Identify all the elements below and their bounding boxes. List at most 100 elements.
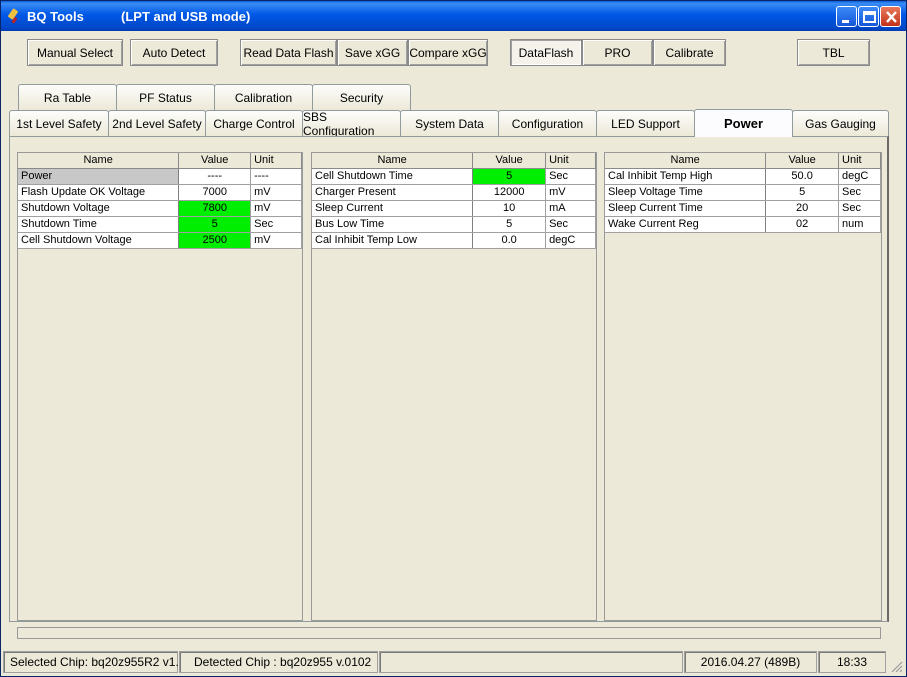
column-header-name[interactable]: Name: [18, 153, 180, 169]
row-value[interactable]: 02: [765, 216, 840, 233]
app-title: BQ Tools: [27, 9, 84, 24]
row-name[interactable]: Sleep Voltage Time: [605, 184, 767, 201]
status-detected-chip: Detected Chip : bq20z955 v.0102: [179, 651, 378, 673]
row-unit: Sec: [545, 216, 596, 233]
tab-system-data[interactable]: System Data: [400, 110, 499, 136]
table-row[interactable]: Bus Low Time 5 Sec: [312, 216, 596, 233]
table-row[interactable]: Sleep Current 10 mA: [312, 200, 596, 217]
row-value[interactable]: ----: [178, 168, 252, 185]
title-bar[interactable]: BQ Tools (LPT and USB mode): [1, 1, 906, 31]
table-row[interactable]: Wake Current Reg 02 num: [605, 216, 881, 233]
row-unit: num: [838, 216, 881, 233]
tab-ra-table[interactable]: Ra Table: [18, 84, 117, 110]
column-header-unit[interactable]: Unit: [250, 153, 302, 169]
status-empty-panel: [379, 651, 683, 673]
row-value[interactable]: 12000: [472, 184, 547, 201]
horizontal-scrollbar[interactable]: [17, 627, 881, 639]
row-unit: mV: [250, 232, 302, 249]
status-selected-chip: Selected Chip: bq20z955R2 v1.02: [3, 651, 192, 673]
row-unit: mV: [545, 184, 596, 201]
table-row[interactable]: Cal Inhibit Temp High 50.0 degC: [605, 168, 881, 185]
row-value[interactable]: 7000: [178, 184, 252, 201]
tab-calibration[interactable]: Calibration: [214, 84, 313, 110]
tab-pf-status[interactable]: PF Status: [116, 84, 215, 110]
tab-1st-level-safety[interactable]: 1st Level Safety: [9, 110, 109, 136]
row-value[interactable]: 50.0: [765, 168, 840, 185]
close-button[interactable]: [880, 6, 901, 27]
row-unit: mA: [545, 200, 596, 217]
row-name[interactable]: Cell Shutdown Voltage: [18, 232, 180, 249]
row-name[interactable]: Charger Present: [312, 184, 474, 201]
column-header-unit[interactable]: Unit: [545, 153, 596, 169]
column-header-unit[interactable]: Unit: [838, 153, 881, 169]
row-unit: mV: [250, 184, 302, 201]
table-row[interactable]: Sleep Current Time 20 Sec: [605, 200, 881, 217]
tbl-button[interactable]: TBL: [797, 39, 870, 66]
row-value[interactable]: 5: [472, 168, 547, 185]
row-unit: Sec: [545, 168, 596, 185]
resize-grip-icon[interactable]: [888, 658, 904, 674]
minimize-button[interactable]: [836, 6, 857, 27]
tab-2nd-level-safety[interactable]: 2nd Level Safety: [108, 110, 206, 136]
row-name[interactable]: Bus Low Time: [312, 216, 474, 233]
row-name[interactable]: Sleep Current: [312, 200, 474, 217]
row-unit: mV: [250, 200, 302, 217]
row-value[interactable]: 5: [178, 216, 252, 233]
read-data-flash-button[interactable]: Read Data Flash: [240, 39, 337, 66]
table-row[interactable]: Power ---- ----: [18, 168, 302, 185]
data-grid-1[interactable]: Name Value Unit Power ---- ---- Flash Up…: [17, 152, 303, 621]
table-row[interactable]: Shutdown Time 5 Sec: [18, 216, 302, 233]
tab-security[interactable]: Security: [312, 84, 411, 110]
row-unit: ----: [250, 168, 302, 185]
row-name[interactable]: Cal Inhibit Temp High: [605, 168, 767, 185]
compare-xgg-button[interactable]: Compare xGG: [408, 39, 488, 66]
row-name[interactable]: Shutdown Voltage: [18, 200, 180, 217]
calibrate-button[interactable]: Calibrate: [653, 39, 726, 66]
row-value[interactable]: 5: [472, 216, 547, 233]
table-row[interactable]: Flash Update OK Voltage 7000 mV: [18, 184, 302, 201]
row-name[interactable]: Wake Current Reg: [605, 216, 767, 233]
row-value[interactable]: 5: [765, 184, 840, 201]
row-name[interactable]: Shutdown Time: [18, 216, 180, 233]
tab-sbs-configuration[interactable]: SBS Configuration: [302, 110, 401, 138]
row-name[interactable]: Flash Update OK Voltage: [18, 184, 180, 201]
column-header-name[interactable]: Name: [605, 153, 767, 169]
row-value[interactable]: 10: [472, 200, 547, 217]
table-row[interactable]: Charger Present 12000 mV: [312, 184, 596, 201]
column-header-value[interactable]: Value: [178, 153, 252, 169]
pro-button[interactable]: PRO: [582, 39, 653, 66]
row-name[interactable]: Power: [18, 168, 180, 185]
data-grid-2[interactable]: Name Value Unit Cell Shutdown Time 5 Sec…: [311, 152, 597, 621]
row-name[interactable]: Sleep Current Time: [605, 200, 767, 217]
row-name[interactable]: Cal Inhibit Temp Low: [312, 232, 474, 249]
table-row[interactable]: Cell Shutdown Voltage 2500 mV: [18, 232, 302, 249]
table-row[interactable]: Sleep Voltage Time 5 Sec: [605, 184, 881, 201]
table-row[interactable]: Cal Inhibit Temp Low 0.0 degC: [312, 232, 596, 249]
data-grid-3[interactable]: Name Value Unit Cal Inhibit Temp High 50…: [604, 152, 882, 621]
row-unit: Sec: [838, 184, 881, 201]
tab-gas-gauging[interactable]: Gas Gauging: [792, 110, 889, 136]
tab-configuration[interactable]: Configuration: [498, 110, 597, 136]
row-value[interactable]: 7800: [178, 200, 252, 217]
row-name[interactable]: Cell Shutdown Time: [312, 168, 474, 185]
status-date: 2016.04.27 (489B): [684, 651, 817, 673]
tab-power[interactable]: Power: [694, 109, 793, 137]
save-xgg-button[interactable]: Save xGG: [337, 39, 408, 66]
main-window: BQ Tools (LPT and USB mode) Manual Selec…: [0, 0, 907, 677]
column-header-value[interactable]: Value: [472, 153, 547, 169]
dataflash-button[interactable]: DataFlash: [510, 39, 582, 66]
column-header-value[interactable]: Value: [765, 153, 840, 169]
auto-detect-button[interactable]: Auto Detect: [130, 39, 218, 66]
manual-select-button[interactable]: Manual Select: [27, 39, 123, 66]
row-unit: Sec: [250, 216, 302, 233]
table-row[interactable]: Shutdown Voltage 7800 mV: [18, 200, 302, 217]
row-value[interactable]: 0.0: [472, 232, 547, 249]
row-value[interactable]: 2500: [178, 232, 252, 249]
row-value[interactable]: 20: [765, 200, 840, 217]
status-time: 18:33: [818, 651, 886, 673]
table-row[interactable]: Cell Shutdown Time 5 Sec: [312, 168, 596, 185]
tab-charge-control[interactable]: Charge Control: [205, 110, 303, 136]
maximize-button[interactable]: [858, 6, 879, 27]
column-header-name[interactable]: Name: [312, 153, 474, 169]
tab-led-support[interactable]: LED Support: [596, 110, 695, 136]
